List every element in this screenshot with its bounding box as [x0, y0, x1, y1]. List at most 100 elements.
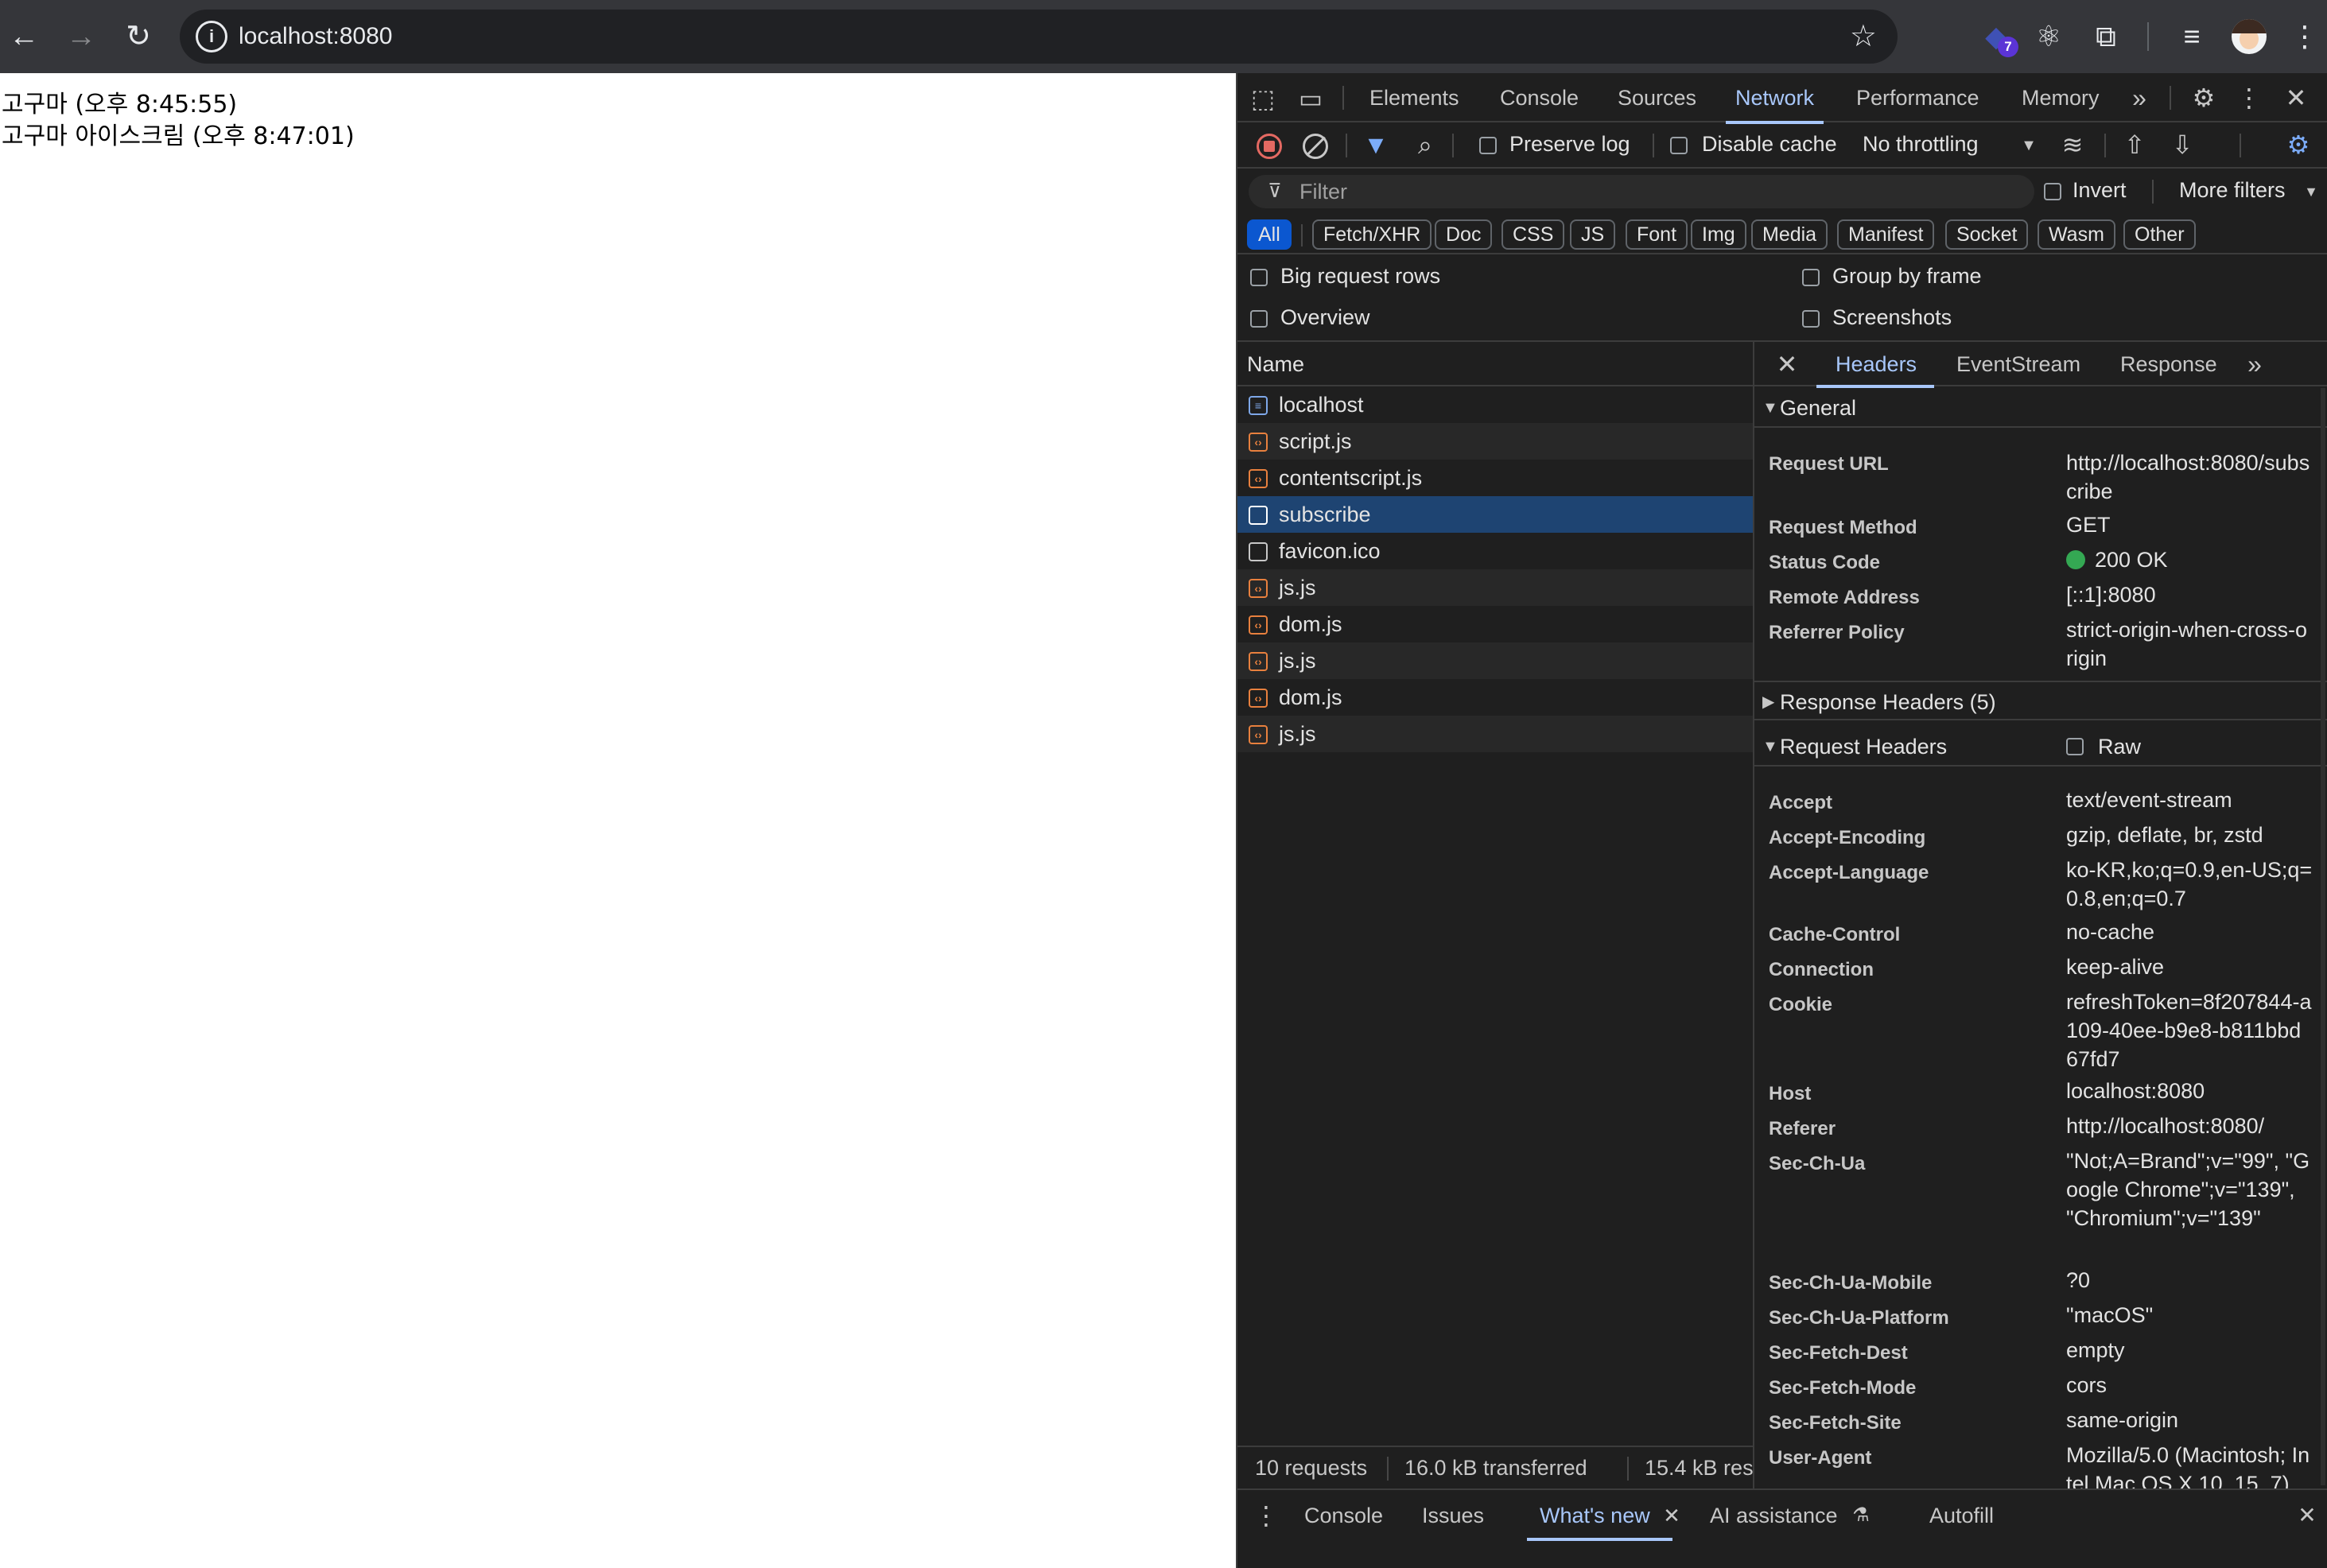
type-chip-manifest[interactable]: Manifest — [1837, 219, 1935, 250]
network-summary-bar: 10 requests 16.0 kB transferred 15.4 kB … — [1237, 1446, 1753, 1488]
header-key: Request URL — [1769, 453, 1889, 475]
header-key: Sec-Fetch-Site — [1769, 1412, 1902, 1434]
stop-recording-icon[interactable] — [1257, 134, 1282, 159]
name-column-header[interactable]: Name — [1237, 342, 1753, 386]
close-drawer-icon[interactable]: ✕ — [2295, 1501, 2319, 1530]
group-by-frame-checkbox[interactable] — [1802, 269, 1820, 286]
type-chip-other[interactable]: Other — [2123, 219, 2196, 250]
close-devtools-icon[interactable]: ✕ — [2282, 83, 2310, 113]
address-bar[interactable]: i localhost:8080 ☆ — [180, 10, 1898, 64]
response-headers-section-header[interactable]: ▶ Response Headers (5) — [1754, 681, 2327, 720]
type-chip-all[interactable]: All — [1247, 219, 1292, 250]
address-url[interactable]: localhost:8080 — [239, 10, 392, 64]
tab-headers[interactable]: Headers — [1816, 342, 1935, 388]
reload-icon[interactable]: ↻ — [116, 14, 161, 59]
type-chip-media[interactable]: Media — [1751, 219, 1828, 250]
devtools-panel: ⬚ ▭ Elements Console Sources Network Per… — [1236, 73, 2327, 1568]
drawer-tab-whats-new[interactable]: What's new — [1527, 1490, 1672, 1541]
header-value: refreshToken=8f207844-a109-40ee-b9e8-b81… — [2066, 990, 2312, 1071]
drawer-menu-icon[interactable]: ⋮ — [1253, 1500, 1279, 1531]
header-value: same-origin — [2066, 1408, 2179, 1432]
type-chip-wasm[interactable]: Wasm — [2038, 219, 2115, 250]
extensions-puzzle-icon[interactable]: ⧉ — [2082, 13, 2130, 60]
tab-response[interactable]: Response — [2120, 342, 2217, 386]
close-tab-icon[interactable]: ✕ — [1662, 1501, 1681, 1530]
clear-icon[interactable] — [1303, 134, 1328, 159]
invert-checkbox[interactable] — [2044, 183, 2061, 200]
details-scrollbar[interactable] — [2321, 388, 2325, 1485]
browser-menu-icon[interactable]: ⋮ — [2281, 13, 2327, 60]
inspect-element-icon[interactable]: ⬚ — [1249, 84, 1277, 113]
tab-sources[interactable]: Sources — [1618, 73, 1696, 122]
profile-avatar[interactable] — [2232, 19, 2267, 54]
extension-icon[interactable]: ◆ 7 — [1972, 13, 2020, 60]
request-row[interactable]: ‹› dom.js — [1237, 606, 1753, 642]
request-row[interactable]: ≡ localhost — [1237, 386, 1753, 423]
general-section-header[interactable]: ▼ General — [1754, 388, 2327, 428]
request-row[interactable]: ‹› dom.js — [1237, 679, 1753, 716]
type-chip-css[interactable]: CSS — [1501, 219, 1565, 250]
tab-performance[interactable]: Performance — [1856, 73, 1979, 122]
more-tabs-chevron-icon[interactable]: » — [2125, 83, 2154, 113]
back-arrow-icon[interactable]: ← — [2, 14, 46, 59]
raw-checkbox[interactable] — [2066, 738, 2084, 755]
request-row-selected[interactable]: subscribe — [1237, 496, 1753, 533]
forward-arrow-icon[interactable]: → — [59, 14, 103, 59]
drawer-tab-console[interactable]: Console — [1304, 1490, 1383, 1541]
media-controls-icon[interactable]: ≡ — [2168, 13, 2216, 60]
tab-memory[interactable]: Memory — [2022, 73, 2100, 122]
tab-elements[interactable]: Elements — [1369, 73, 1459, 122]
request-row[interactable]: ‹› js.js — [1237, 716, 1753, 752]
toolbar-divider — [1452, 134, 1454, 157]
request-headers-section-header[interactable]: ▼ Request Headers Raw — [1754, 727, 2327, 767]
close-details-icon[interactable]: ✕ — [1773, 348, 1801, 380]
drawer-tab-autofill[interactable]: Autofill — [1929, 1490, 1994, 1541]
drawer-tab-ai-assistance[interactable]: AI assistance — [1710, 1490, 1838, 1541]
type-chip-img[interactable]: Img — [1691, 219, 1746, 250]
network-settings-gear-icon[interactable]: ⚙ — [2282, 129, 2314, 161]
type-chip-font[interactable]: Font — [1626, 219, 1688, 250]
drawer-tab-issues[interactable]: Issues — [1422, 1490, 1484, 1541]
disable-cache-checkbox[interactable] — [1670, 137, 1688, 154]
tab-network[interactable]: Network — [1725, 73, 1824, 124]
more-filters-dropdown[interactable]: More filters — [2179, 178, 2286, 203]
overview-checkbox[interactable] — [1250, 310, 1268, 328]
filter-input[interactable]: ⊽ Filter — [1249, 175, 2034, 208]
chevron-down-icon[interactable]: ▼ — [2302, 178, 2321, 205]
request-row[interactable]: ‹› js.js — [1237, 642, 1753, 679]
document-icon: ≡ — [1249, 396, 1268, 415]
request-row[interactable]: ‹› js.js — [1237, 569, 1753, 606]
throttling-select[interactable]: No throttling — [1863, 132, 1979, 157]
preserve-log-checkbox[interactable] — [1479, 137, 1497, 154]
type-chip-fetch-xhr[interactable]: Fetch/XHR — [1312, 219, 1432, 250]
network-conditions-icon[interactable]: ≋ — [2057, 129, 2088, 161]
screenshots-label: Screenshots — [1832, 305, 1952, 329]
search-icon[interactable]: ⌕ — [1411, 129, 1439, 161]
devtools-drawer: ⋮ Console Issues What's new ✕ AI assista… — [1237, 1488, 2327, 1568]
more-tabs-chevron-icon[interactable]: » — [2241, 348, 2268, 380]
request-count: 10 requests — [1255, 1456, 1368, 1480]
chevron-down-icon[interactable]: ▼ — [2018, 132, 2039, 159]
site-info-icon[interactable]: i — [196, 21, 227, 52]
react-devtools-icon[interactable]: ⚛ — [2025, 13, 2073, 60]
filter-funnel-icon[interactable]: ▼ — [1362, 129, 1390, 161]
devtools-menu-icon[interactable]: ⋮ — [2236, 83, 2262, 113]
type-chip-socket[interactable]: Socket — [1945, 219, 2029, 250]
settings-gear-icon[interactable]: ⚙ — [2189, 83, 2219, 113]
device-toolbar-icon[interactable]: ▭ — [1296, 84, 1325, 113]
tab-console[interactable]: Console — [1500, 73, 1579, 122]
type-chip-doc[interactable]: Doc — [1435, 219, 1493, 250]
bookmark-star-icon[interactable]: ☆ — [1850, 10, 1877, 64]
type-chip-js[interactable]: JS — [1570, 219, 1616, 250]
tab-eventstream[interactable]: EventStream — [1956, 342, 2080, 386]
request-details: ✕ Headers EventStream Response » ▼ Gener… — [1754, 342, 2327, 1488]
import-har-icon[interactable]: ⇧ — [2120, 129, 2149, 161]
request-row[interactable]: ‹› contentscript.js — [1237, 460, 1753, 496]
big-request-rows-checkbox[interactable] — [1250, 269, 1268, 286]
request-row[interactable]: ‹› script.js — [1237, 423, 1753, 460]
screenshots-checkbox[interactable] — [1802, 310, 1820, 328]
header-key: Cache-Control — [1769, 924, 1901, 945]
export-har-icon[interactable]: ⇩ — [2168, 129, 2197, 161]
request-row[interactable]: favicon.ico — [1237, 533, 1753, 569]
header-value: ko-KR,ko;q=0.9,en-US;q=0.8,en;q=0.7 — [2066, 858, 2313, 910]
